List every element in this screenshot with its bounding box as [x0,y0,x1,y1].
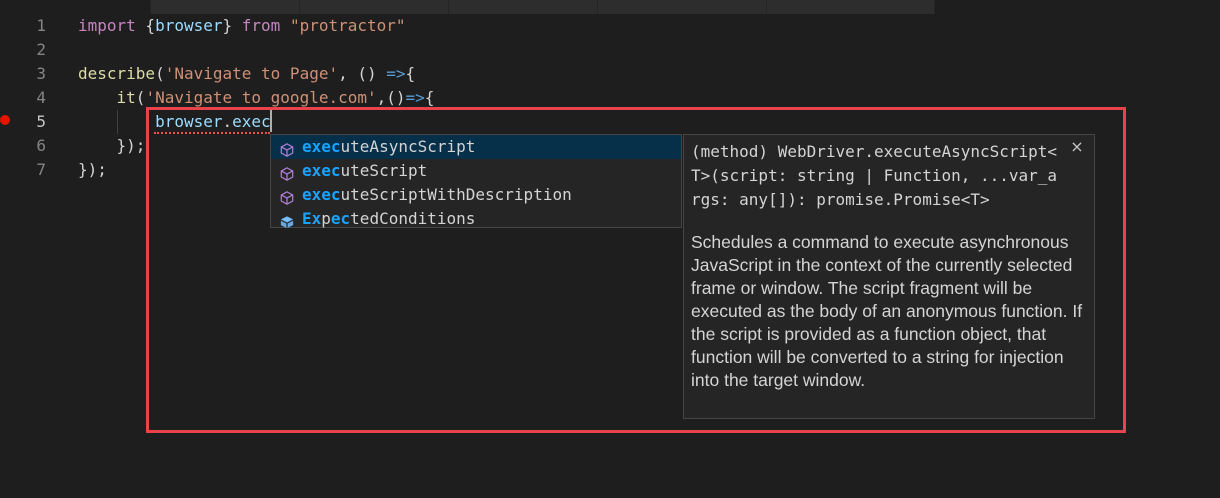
suggestion-label: executeScript [302,159,427,183]
code-token: . [222,112,233,131]
code-token: { [405,64,416,83]
code-text: browser.exec [78,110,271,134]
code-token: describe [78,64,156,83]
suggestion-item[interactable]: ExpectedConditions [271,207,681,231]
tab[interactable] [767,0,935,14]
suggestion-item[interactable]: executeScript [271,159,681,183]
code-token: { [424,88,435,107]
line-number: 2 [36,40,46,59]
suggestion-rest-text: uteScript [340,161,428,180]
method-documentation: Schedules a command to execute asynchron… [691,231,1091,418]
code-token: ,() [376,88,406,107]
suggestion-label: executeAsyncScript [302,135,475,159]
suggestion-rest-text: uteScriptWithDescription [340,185,572,204]
code-token: }); [78,160,107,179]
suggestion-item[interactable]: executeAsyncScript [271,135,681,159]
close-details-button[interactable]: × [1069,137,1085,157]
tab[interactable] [449,0,598,14]
code-token: ( [155,64,165,83]
code-token: 'Navigate to Page' [164,64,339,83]
code-token: "protractor" [289,16,406,35]
code-text: describe('Navigate to Page', () =>{ [78,62,415,86]
line-number: 7 [36,160,46,179]
doc-paragraph: Schedules a command to execute asynchron… [691,232,1083,390]
code-token: browser [155,112,223,131]
tab[interactable] [0,0,151,14]
suggestion-rest-text: uteAsyncScript [340,137,476,156]
code-token: 'Navigate to google.com' [145,88,377,107]
code-text: import {browser} from "protractor" [78,14,406,38]
code-token: { [135,16,156,35]
suggestion-label: executeScriptWithDescription [302,183,572,207]
suggestion-rest-text: tedConditions [350,209,476,228]
tab[interactable] [300,0,449,14]
method-signature: (method) WebDriver.executeAsyncScript< T… [691,142,1058,209]
tab[interactable] [598,0,767,14]
method-cube-icon [280,188,294,205]
method-cube-icon [280,140,294,157]
suggestion-label-part: Ex [302,209,322,228]
error-squiggle [154,132,270,134]
tab-strip [0,0,1220,14]
suggestion-list[interactable]: executeAsyncScript executeScript executeSc… [270,134,682,228]
code-text: }); [78,134,146,158]
text-cursor [270,110,272,132]
code-token: import [78,16,136,35]
suggestion-label-part: p [321,209,331,228]
line-number: 6 [36,136,46,155]
suggestion-details: (method) WebDriver.executeAsyncScript< T… [683,134,1095,419]
line-number: 1 [36,16,46,35]
suggestion-label-part: ec [330,209,351,228]
code-token: } [222,16,242,35]
method-cube-icon [280,164,294,181]
code-token: browser [155,16,223,35]
line-number: 3 [36,64,46,83]
suggestion-match-text: exec [302,185,341,204]
doc-paragraph: Any arguments provided in addition to th… [691,415,1091,418]
module-box-icon [280,212,294,228]
suggestion-match-text: exec [302,137,341,156]
code-editor[interactable]: 1 import {browser} from "protractor" 2 3 des… [0,0,1220,498]
indent-guide [117,110,118,134]
code-token: ( [135,88,146,107]
suggestion-item[interactable]: executeScriptWithDescription [271,183,681,207]
suggestion-match-text: exec [302,161,341,180]
code-text: it('Navigate to google.com',()=>{ [78,86,435,110]
code-token: => [405,88,425,107]
code-token: exec [232,112,271,131]
suggestion-label: ExpectedConditions [302,207,475,231]
code-token: => [386,64,406,83]
code-token: from [241,16,281,35]
code-token: , () [338,64,387,83]
code-token: }); [78,136,146,155]
code-text: }); [78,158,107,182]
tab[interactable] [151,0,300,14]
breakpoint-icon[interactable] [0,115,10,125]
code-token: it [116,88,136,107]
line-number: 4 [36,88,46,107]
